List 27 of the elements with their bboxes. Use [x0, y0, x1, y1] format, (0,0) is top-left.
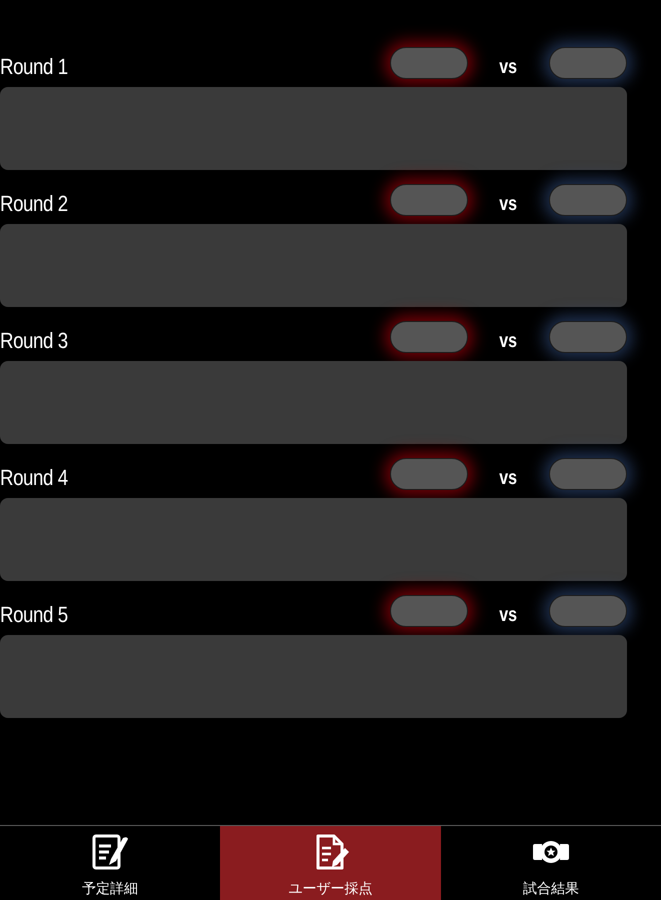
comment-field[interactable]: [0, 361, 627, 444]
document-pen-icon: [90, 832, 130, 872]
left-score-field[interactable]: [390, 321, 468, 353]
right-score-field[interactable]: [549, 595, 627, 627]
right-score-field[interactable]: [549, 184, 627, 216]
round-label: Round 2: [0, 191, 68, 217]
vs-label: vs: [500, 604, 518, 626]
comment-field[interactable]: [0, 224, 627, 307]
left-score-field[interactable]: [390, 458, 468, 490]
comment-field[interactable]: [0, 87, 627, 170]
comment-field[interactable]: [0, 498, 627, 581]
tab[interactable]: ユーザー採点: [220, 826, 441, 900]
round-label: Round 3: [0, 328, 68, 354]
left-score-field[interactable]: [390, 184, 468, 216]
round-label: Round 1: [0, 54, 68, 80]
vs-label: vs: [500, 192, 518, 216]
vs-label: vs: [500, 466, 518, 490]
round-label: Round 4: [0, 465, 68, 491]
left-score-field[interactable]: [390, 47, 468, 79]
right-score-field[interactable]: [549, 458, 627, 490]
right-score-field[interactable]: [549, 47, 627, 79]
round-label: Round 5: [0, 602, 68, 628]
vs-label: vs: [500, 330, 518, 352]
right-score-field[interactable]: [549, 321, 627, 353]
left-score-field[interactable]: [390, 595, 468, 627]
vs-label: vs: [500, 56, 518, 78]
comment-field[interactable]: [0, 635, 627, 718]
